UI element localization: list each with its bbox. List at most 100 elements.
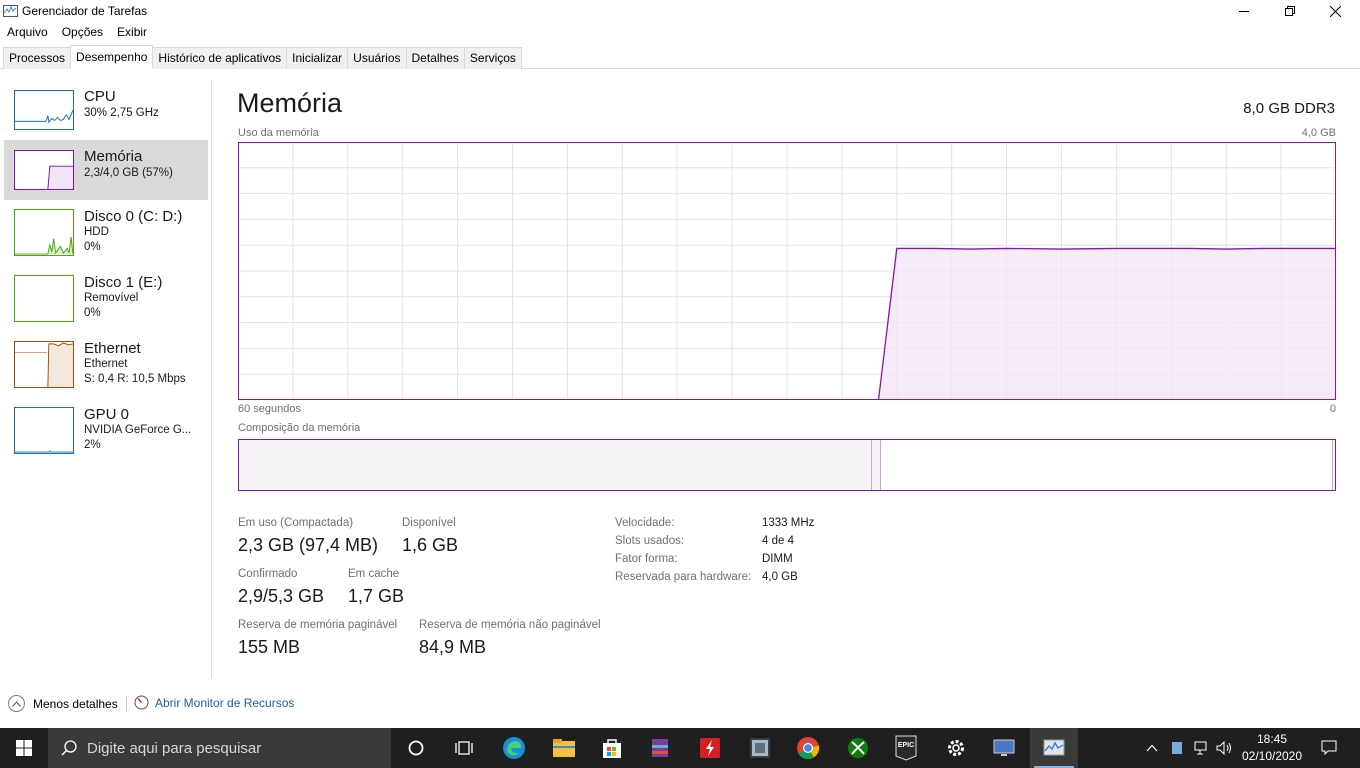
available-value: 1,6 GB [402,535,459,555]
taskbar-app-remote[interactable] [980,728,1028,768]
flash-icon [700,738,720,758]
spec-slots-label: Slots usados: [615,535,685,547]
tray-volume-button[interactable] [1215,728,1235,768]
taskbar: Digite aqui para pesquisar EPIC 18:45 02… [0,728,1360,768]
tab-inicializar[interactable]: Inicializar [286,47,349,69]
ethernet-thumbnail [14,341,74,388]
taskbar-app-game[interactable] [736,728,784,768]
less-details-button[interactable]: Menos detalhes [8,695,118,712]
sidebar-item-title: GPU 0 [84,406,130,423]
composition-label: Composição da memória [238,422,361,434]
composition-in-use [239,440,872,490]
tab-bar: Processos Desempenho Histórico de aplica… [0,45,1360,69]
resource-monitor-link[interactable]: Abrir Monitor de Recursos [134,695,294,710]
taskbar-app-explorer[interactable] [540,728,588,768]
task-view-button[interactable] [440,728,488,768]
menu-bar: Arquivo Opções Exibir [0,23,154,43]
taskbar-app-store[interactable] [588,728,636,768]
restore-icon [1285,6,1295,16]
menu-opcoes[interactable]: Opções [55,23,110,43]
memory-composition-bar [238,439,1336,491]
task-manager-icon [3,5,18,17]
taskbar-clock[interactable]: 18:45 02/10/2020 [1240,731,1304,765]
action-center-button[interactable] [1316,728,1342,768]
close-button[interactable] [1312,0,1358,22]
taskbar-app-epic[interactable]: EPIC [882,728,930,768]
store-icon [603,739,621,758]
tab-usuarios[interactable]: Usuários [347,47,407,69]
menu-exibir[interactable]: Exibir [110,23,154,43]
tab-desempenho[interactable]: Desempenho [70,45,154,69]
tray-drive-button[interactable] [1168,728,1186,768]
menu-arquivo[interactable]: Arquivo [0,23,55,43]
winrar-icon [652,739,668,757]
taskbar-app-flash[interactable] [686,728,734,768]
tab-servicos[interactable]: Serviços [463,47,522,69]
tray-overflow-button[interactable] [1143,728,1161,768]
cached-label: Em cache [348,568,400,580]
minimize-icon [1239,11,1249,12]
sidebar-item-ethernet[interactable]: Ethernet Ethernet S: 0,4 R: 10,5 Mbps [4,336,208,396]
gear-icon [948,740,964,756]
sidebar-item-usage: 2% [84,439,101,451]
taskbar-app-edge[interactable] [490,728,538,768]
notification-icon [1321,740,1337,756]
window-title: Gerenciador de Tarefas [22,4,148,18]
taskbar-app-settings[interactable] [932,728,980,768]
less-details-label: Menos detalhes [33,696,118,711]
memory-thumbnail [14,150,74,190]
sidebar-item-detail: 2,3/4,0 GB (57%) [84,167,173,179]
committed-value: 2,9/5,3 GB [238,586,325,606]
sidebar-item-throughput: S: 0,4 R: 10,5 Mbps [84,373,186,385]
taskbar-app-xbox[interactable] [834,728,882,768]
chrome-icon [797,737,820,760]
tab-historico[interactable]: Histórico de aplicativos [152,47,288,69]
memory-type: 8,0 GB DDR3 [1243,100,1335,117]
tab-processos[interactable]: Processos [3,47,72,69]
usage-chart-max: 4,0 GB [1301,127,1336,139]
close-icon [1329,5,1341,17]
cpu-thumbnail [14,90,74,130]
cortana-icon [408,740,424,756]
paged-pool-value: 155 MB [238,637,301,657]
network-icon [1194,741,1207,755]
spec-reserved-label: Reservada para hardware: [615,571,752,583]
usage-chart-label: Uso da memória [238,127,319,139]
spec-reserved-value: 4,0 GB [762,571,798,583]
xbox-icon [848,738,868,758]
epic-games-icon: EPIC [895,735,917,761]
sidebar-item-usage: 0% [84,307,101,319]
taskbar-app-chrome[interactable] [784,728,832,768]
resource-monitor-label: Abrir Monitor de Recursos [155,695,295,710]
folder-icon [553,739,575,757]
resource-sidebar: CPU 30% 2,75 GHz Memória 2,3/4,0 GB (57%… [0,80,212,678]
chevron-up-icon [1146,744,1158,752]
sidebar-item-detail: 30% 2,75 GHz [84,107,159,119]
search-placeholder: Digite aqui para pesquisar [87,739,262,757]
spec-form-label: Fator forma: [615,553,678,565]
spec-form-value: DIMM [762,553,793,565]
windows-logo-icon [16,740,32,756]
spec-speed-value: 1333 MHz [762,517,815,529]
in-use-label: Em uso (Compactada) [238,517,354,529]
spec-speed-label: Velocidade: [615,517,675,529]
minimize-button[interactable] [1221,0,1267,22]
sidebar-item-cpu[interactable]: CPU 30% 2,75 GHz [4,80,208,140]
taskbar-app-task-manager[interactable] [1030,728,1078,768]
taskbar-search[interactable]: Digite aqui para pesquisar [48,728,391,768]
restore-button[interactable] [1267,0,1313,22]
clock-date: 02/10/2020 [1241,749,1303,763]
tab-detalhes[interactable]: Detalhes [405,47,465,69]
composition-free-marker [1332,440,1333,490]
cortana-button[interactable] [392,728,440,768]
sidebar-item-gpu0[interactable]: GPU 0 NVIDIA GeForce G... 2% [4,402,208,462]
sidebar-item-memoria[interactable]: Memória 2,3/4,0 GB (57%) [4,140,208,200]
sidebar-item-detail: NVIDIA GeForce G... [84,424,192,436]
svg-text:EPIC: EPIC [898,742,914,749]
tray-network-button[interactable] [1192,728,1212,768]
sidebar-item-disco1[interactable]: Disco 1 (E:) Removível 0% [4,270,208,330]
taskbar-app-winrar[interactable] [636,728,684,768]
start-button[interactable] [0,728,48,768]
sidebar-item-disco0[interactable]: Disco 0 (C: D:) HDD 0% [4,205,208,265]
task-view-icon [455,741,473,755]
